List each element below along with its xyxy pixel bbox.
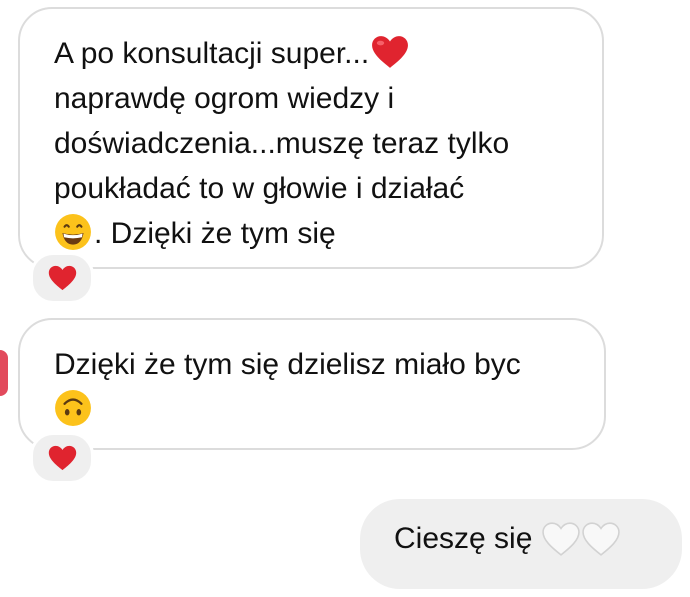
upside-down-face-emoji: [54, 389, 92, 427]
reaction-badge[interactable]: [30, 252, 94, 304]
unread-indicator: [0, 350, 8, 396]
red-heart-emoji: [371, 35, 409, 69]
white-heart-emoji: [582, 522, 621, 556]
white-heart-emoji: [542, 522, 581, 556]
outgoing-message[interactable]: Cieszę się: [360, 499, 682, 589]
grinning-face-emoji: [54, 213, 92, 251]
message-text: A po konsultacji super... naprawdę ogrom…: [54, 31, 509, 256]
message-line: A po konsultacji super...: [54, 37, 370, 70]
message-text: Cieszę się: [394, 522, 621, 556]
message-line: Cieszę się: [394, 522, 533, 555]
message-line: poukładać to w głowie i działać: [54, 172, 465, 205]
message-line: Dzięki że tym się dzielisz miało byc: [54, 348, 521, 381]
message-text: Dzięki że tym się dzielisz miało byc: [54, 342, 521, 432]
message-line: . Dzięki że tym się: [94, 217, 336, 250]
red-heart-icon: [48, 445, 77, 471]
reaction-badge[interactable]: [30, 432, 94, 484]
incoming-message-2[interactable]: Dzięki że tym się dzielisz miało byc: [18, 318, 606, 450]
red-heart-icon: [48, 265, 77, 291]
incoming-message-1[interactable]: A po konsultacji super... naprawdę ogrom…: [18, 7, 604, 269]
message-line: doświadczenia...muszę teraz tylko: [54, 127, 510, 160]
message-line: naprawdę ogrom wiedzy i: [54, 82, 395, 115]
